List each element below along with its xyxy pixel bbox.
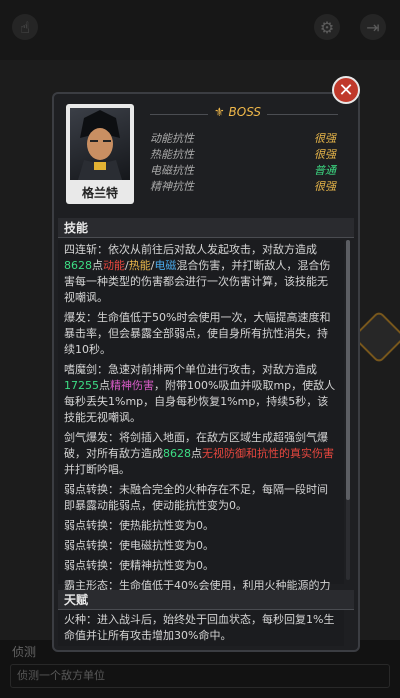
skills-header: 技能 — [58, 218, 354, 238]
boss-icon: ⚜ — [214, 105, 225, 119]
skill-sword-qi: 剑气爆发：将剑插入地面，在敌方区域生成超强剑气爆破，对所有敌方造成8628点无视… — [64, 431, 334, 476]
resistance-row: 动能抗性 很强 — [150, 132, 336, 145]
skill-weakness-kinetic: 弱点转换：未融合完全的火种存在不足，每隔一段时间即暴露动能弱点，使动能抗性变为0… — [64, 483, 328, 512]
resistance-row: 热能抗性 很强 — [150, 148, 336, 161]
skill-weakness-thermal: 弱点转换：使热能抗性变为0。 — [64, 519, 214, 532]
scrollbar-thumb[interactable] — [346, 240, 350, 500]
skill-weakness-em: 弱点转换：使电磁抗性变为0。 — [64, 539, 214, 552]
hero-name: 格兰特 — [81, 186, 118, 200]
talent-box: 火种：进入战斗后，始终处于回血状态，每秒回复1%生命值并让所有攻击增加30%命中… — [58, 610, 344, 646]
skill-weakness-mental: 弱点转换：使精神抗性变为0。 — [64, 559, 214, 572]
close-icon: ✕ — [338, 79, 354, 101]
resistance-row: 精神抗性 很强 — [150, 180, 336, 193]
skill-burst: 爆发：生命值低于50%时会使用一次，大幅提高速度和暴击率，但会暴露全部弱点，使自… — [64, 311, 331, 356]
close-button[interactable]: ✕ — [332, 76, 360, 104]
skill-demon-sword: 嗜魔剑：急速对前排两个单位进行攻击，对敌方造成17255点精神伤害，附带100%… — [64, 363, 336, 424]
resistance-row: 电磁抗性 普通 — [150, 164, 336, 177]
boss-tag: ⚜ BOSS — [208, 105, 267, 119]
talent-header: 天赋 — [58, 590, 354, 610]
skills-list: 四连斩：依次从前往后对敌人发起攻击，对敌方造成8628点动能/热能/电磁混合伤害… — [58, 240, 344, 608]
hero-portrait — [70, 108, 130, 180]
talent-text: 火种：进入战斗后，始终处于回血状态，每秒回复1%生命值并让所有攻击增加30%命中… — [64, 613, 335, 642]
skill-four-slash: 四连斩：依次从前往后对敌人发起攻击，对敌方造成8628点动能/热能/电磁混合伤害… — [64, 243, 331, 304]
